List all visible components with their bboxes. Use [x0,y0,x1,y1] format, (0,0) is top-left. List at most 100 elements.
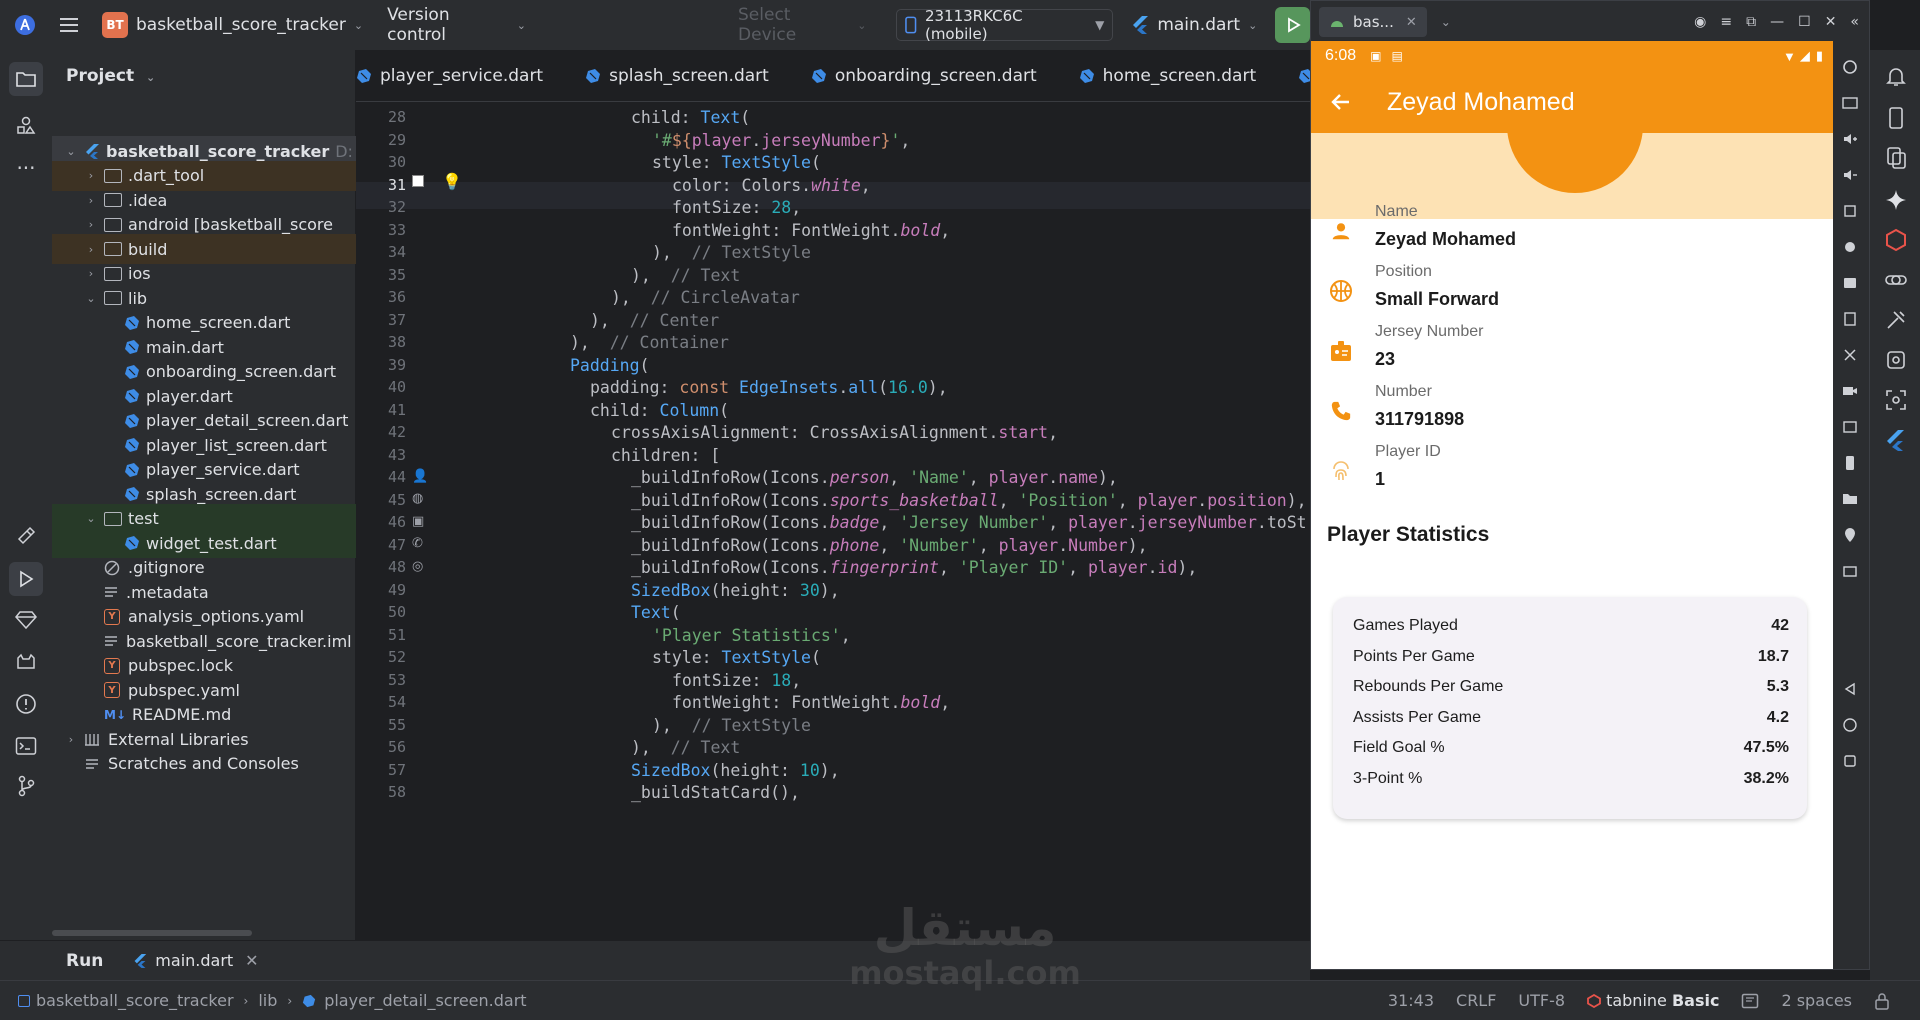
color-swatch-icon[interactable] [412,175,424,187]
vcs-menu[interactable]: Version control ⌄ [379,5,534,45]
power-icon[interactable] [1842,59,1860,77]
gemini-icon[interactable] [1884,188,1908,212]
chevron-down-icon[interactable]: ⌄ [84,512,98,525]
chevron-right-icon[interactable]: › [84,169,98,182]
volume-down-icon[interactable] [1842,167,1860,185]
chevron-down-icon: ⌄ [516,18,527,32]
chevron-right-icon[interactable]: › [84,267,98,280]
restore-icon[interactable]: ⧉ [1746,14,1756,30]
location-icon[interactable] [1842,527,1860,545]
chevron-right-icon[interactable]: › [64,733,78,746]
run-panel-title[interactable]: Run [66,951,103,971]
tabnine-panel-icon[interactable] [1884,228,1908,252]
notifications-icon[interactable] [1884,64,1908,88]
project-tool-button[interactable] [9,62,43,96]
run-config-dropdown[interactable]: main.dart ⌄ [1123,7,1265,43]
project-panel-header[interactable]: Project ⌄ [66,66,155,86]
collapse-panel-icon[interactable]: « [1850,14,1859,30]
keyboard-icon[interactable] [1842,95,1860,113]
editor-tab-label: player_service.dart [380,65,544,86]
close-icon[interactable]: ✕ [245,951,258,970]
chevron-right-icon[interactable]: › [84,194,98,207]
chevron-right-icon[interactable]: › [84,243,98,256]
app-logo[interactable] [0,7,50,43]
scissors-icon[interactable] [1842,347,1860,365]
tree-item-label: .gitignore [128,558,205,577]
minimize-icon[interactable]: — [1770,14,1784,30]
line-number: 51 [387,625,406,644]
tree-item[interactable]: Scratches and Consoles [52,749,356,779]
app-quality-button[interactable] [12,606,40,634]
run-config-name: main.dart [1157,15,1241,35]
module-icon [18,994,30,1007]
editor-tab[interactable]: onboarding_screen.dart [791,66,1059,86]
tabnine-widget[interactable]: tabnine Basic [1587,991,1719,1010]
tree-item-label: .dart_tool [128,166,205,185]
chevron-down-icon[interactable]: ⌄ [1441,15,1451,29]
nav-back-icon[interactable] [1842,681,1860,699]
chevron-right-icon[interactable]: › [84,218,98,231]
breadcrumb-item[interactable]: player_detail_screen.dart [302,991,527,1010]
breadcrumb-item[interactable]: lib [258,991,277,1010]
menu-icon[interactable]: ≡ [1720,14,1732,30]
problems-button[interactable] [12,690,40,718]
rotate-icon[interactable] [1842,203,1860,221]
more-tools-button[interactable]: ··· [12,154,40,182]
line-number: 36 [387,288,406,306]
editor-tab[interactable]: player_service.dart [356,66,565,86]
line-number: 48 [387,558,406,576]
select-device-dropdown[interactable]: Select Device ⌄ [730,5,874,45]
tools-icon[interactable] [1884,308,1908,332]
record-icon[interactable] [1842,275,1860,293]
chevron-down-icon[interactable]: ⌄ [84,292,98,305]
logcat-button[interactable] [12,648,40,676]
flutter-icon [1133,16,1149,34]
settings-icon[interactable] [1884,348,1908,372]
user-icon[interactable]: ◉ [1694,14,1706,30]
device-manager-icon[interactable] [1884,106,1908,130]
main-menu-button[interactable] [50,7,88,43]
multi-display-icon[interactable] [1842,563,1860,581]
device-tab[interactable]: bas... ✕ [1319,7,1427,37]
volume-up-icon[interactable] [1842,131,1860,149]
snapshot-icon[interactable] [1842,419,1860,437]
device-settings-icon[interactable] [1842,311,1860,329]
run-tool-button[interactable] [9,562,43,596]
device-dropdown[interactable]: 23113RKC6C (mobile) ▼ [896,7,1114,43]
cursor-position[interactable]: 31:43 [1388,991,1434,1010]
editor-tab[interactable]: splash_screen.dart [565,66,791,86]
project-scrollbar[interactable] [52,930,252,936]
indent-setting[interactable]: 2 spaces [1781,991,1852,1010]
maximize-icon[interactable]: ☐ [1798,14,1811,30]
flutter-inspector-icon[interactable] [1884,428,1908,452]
folder-icon[interactable] [1842,491,1860,509]
stats-card: Games Played 42 Points Per Game 18.7 Rebound… [1333,597,1807,819]
project-switcher[interactable]: BT basketball_score_tracker ⌄ [94,7,371,43]
close-icon[interactable]: ✕ [1406,15,1417,30]
code-area[interactable]: child: Text( '#${player.jerseyNumber}', … [456,104,1310,940]
line-separator[interactable]: CRLF [1456,991,1496,1010]
back-arrow-icon[interactable] [1329,90,1353,114]
git-button[interactable] [12,772,40,800]
resource-manager-button[interactable] [12,112,40,140]
chevron-down-icon[interactable]: ⌄ [64,145,78,158]
terminal-button[interactable] [12,732,40,760]
inspector-icon[interactable] [1884,388,1908,412]
phone-frame-icon[interactable] [1842,455,1860,473]
editor-tab[interactable]: home_screen.dart [1059,66,1278,86]
lock-icon[interactable] [1874,992,1890,1010]
editor-tab[interactable]: p [1278,66,1310,86]
screenshot-icon[interactable] [1842,239,1860,257]
breadcrumb-item[interactable]: basketball_score_tracker [18,991,234,1010]
link-icon[interactable] [1884,268,1908,292]
run-tab[interactable]: main.dart ✕ [133,951,259,970]
nav-home-icon[interactable] [1842,717,1860,735]
run-button[interactable] [1275,7,1311,43]
device-mirroring-icon[interactable] [1884,146,1908,170]
build-tool-button[interactable] [12,522,40,550]
file-encoding[interactable]: UTF-8 [1518,991,1565,1010]
read-only-icon[interactable] [1741,993,1759,1009]
nav-overview-icon[interactable] [1842,753,1860,771]
camera-icon[interactable] [1842,383,1860,401]
close-window-icon[interactable]: ✕ [1825,14,1837,30]
